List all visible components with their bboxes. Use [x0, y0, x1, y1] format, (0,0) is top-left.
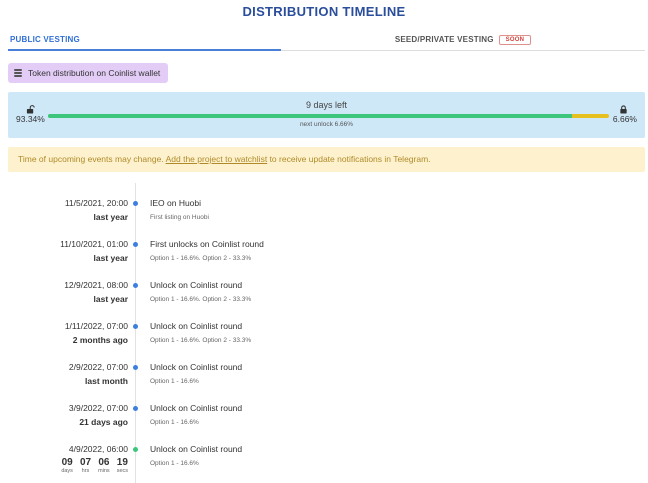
- notice-text: Time of upcoming events may change.: [18, 154, 164, 164]
- unlock-progress-bar: [48, 114, 609, 118]
- countdown-days: 09 days: [61, 457, 73, 474]
- timeline-event: 2/9/2022, 07:00 last month Unlock on Coi…: [0, 362, 648, 403]
- event-description: Option 1 - 16.6%: [150, 419, 199, 426]
- event-relative-time: last month: [85, 376, 128, 386]
- countdown-hours-value: 07: [79, 457, 92, 468]
- event-title: Unlock on Coinlist round: [150, 403, 243, 413]
- wallet-distribution-chip: Token distribution on Coinlist wallet: [8, 63, 169, 83]
- timeline-event: 3/9/2022, 07:00 21 days ago Unlock on Co…: [0, 403, 648, 444]
- event-title: Unlock on Coinlist round: [150, 362, 243, 372]
- coins-icon: [14, 69, 22, 77]
- tab-public-label: PUBLIC VESTING: [10, 35, 80, 44]
- event-dot: [133, 406, 138, 411]
- wallet-chip-label: Token distribution on Coinlist wallet: [28, 68, 161, 78]
- event-date: 12/9/2021, 08:00: [64, 280, 128, 290]
- event-dot: [133, 365, 138, 370]
- event-date: 11/5/2021, 20:00: [64, 198, 128, 208]
- event-dot: [133, 201, 138, 206]
- event-relative-time: last year: [93, 253, 129, 263]
- countdown-seconds-value: 19: [116, 457, 128, 468]
- unlock-progress-fill: [48, 114, 572, 118]
- event-title: Unlock on Coinlist round: [150, 321, 243, 331]
- countdown-minutes-value: 06: [98, 457, 110, 468]
- event-dot: [133, 242, 138, 247]
- countdown-seconds-unit: secs: [116, 468, 128, 474]
- timeline-event-upcoming: 4/9/2022, 06:00 09 days 07 hrs 06 mins 1…: [0, 444, 648, 483]
- tab-seed-private-vesting[interactable]: SEED/PRIVATE VESTING SOON: [281, 30, 645, 51]
- countdown-days-value: 09: [61, 457, 73, 468]
- countdown-hours-unit: hrs: [81, 468, 90, 474]
- countdown-minutes-unit: mins: [98, 468, 110, 474]
- event-dot-upcoming: [133, 447, 138, 452]
- page-title: DISTRIBUTION TIMELINE: [242, 4, 406, 19]
- event-description: Option 1 - 16.6%. Option 2 - 33.3%: [150, 255, 252, 262]
- event-description: First listing on Huobi: [150, 214, 209, 221]
- timeline-event: 1/11/2022, 07:00 2 months ago Unlock on …: [0, 321, 648, 362]
- unlock-progress-panel: 93.34% 6.66% 9 days left next unlock 6.6…: [8, 92, 645, 138]
- timeline-event: 12/9/2021, 08:00 last year Unlock on Coi…: [0, 280, 648, 321]
- tab-public-vesting[interactable]: PUBLIC VESTING: [8, 30, 281, 51]
- event-date: 4/9/2022, 06:00: [68, 444, 128, 454]
- event-description: Option 1 - 16.6%: [150, 460, 199, 467]
- countdown-seconds: 19 secs: [117, 457, 128, 474]
- tab-seed-label: SEED/PRIVATE VESTING: [394, 35, 494, 44]
- schedule-notice: Time of upcoming events may change. Add …: [8, 147, 645, 172]
- countdown-timer: 09 days 07 hrs 06 mins 19 secs: [61, 457, 128, 474]
- notice-text-after: to receive update notifications in Teleg…: [269, 154, 431, 164]
- event-dot: [133, 324, 138, 329]
- countdown-hours: 07 hrs: [80, 457, 91, 474]
- event-title: First unlocks on Coinlist round: [150, 239, 264, 249]
- event-date: 3/9/2022, 07:00: [68, 403, 128, 413]
- days-left-text: 9 days left: [305, 100, 348, 110]
- event-relative-time: 21 days ago: [79, 417, 128, 427]
- event-date: 1/11/2022, 07:00: [64, 321, 128, 331]
- event-description: Option 1 - 16.6%. Option 2 - 33.3%: [150, 337, 252, 344]
- timeline-event: 11/10/2021, 01:00 last year First unlock…: [0, 239, 648, 280]
- next-unlock-text: next unlock 6.66%: [299, 121, 354, 128]
- event-date: 11/10/2021, 01:00: [60, 239, 128, 249]
- countdown-minutes: 06 mins: [98, 457, 110, 474]
- add-to-watchlist-link[interactable]: Add the project to watchlist: [166, 154, 268, 164]
- vesting-tabs: PUBLIC VESTING SEED/PRIVATE VESTING SOON: [8, 30, 645, 51]
- event-title: Unlock on Coinlist round: [150, 280, 243, 290]
- event-relative-time: 2 months ago: [72, 335, 128, 345]
- event-date: 2/9/2022, 07:00: [68, 362, 128, 372]
- timeline-event: 11/5/2021, 20:00 last year IEO on Huobi …: [0, 198, 648, 239]
- event-description: Option 1 - 16.6%. Option 2 - 33.3%: [150, 296, 252, 303]
- event-title: IEO on Huobi: [150, 198, 202, 208]
- event-description: Option 1 - 16.6%: [150, 378, 199, 385]
- soon-badge: SOON: [498, 35, 532, 45]
- event-dot: [133, 283, 138, 288]
- event-title: Unlock on Coinlist round: [150, 444, 243, 454]
- countdown-days-unit: days: [61, 468, 73, 474]
- event-relative-time: last year: [93, 294, 129, 304]
- event-relative-time: last year: [93, 212, 129, 222]
